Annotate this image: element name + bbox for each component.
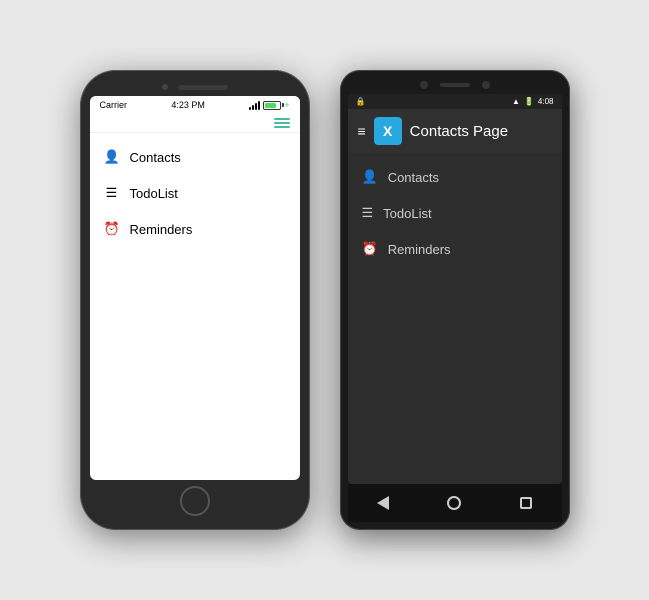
battery-plus: +: [284, 100, 289, 110]
ios-carrier: Carrier: [100, 100, 128, 110]
ios-time: 4:23 PM: [171, 100, 205, 110]
android-contacts-label: Contacts: [388, 170, 439, 185]
app-logo: X: [374, 117, 402, 145]
android-battery: 🔋: [524, 97, 534, 106]
contacts-icon: 👤: [104, 149, 120, 165]
android-top-bar: [348, 78, 562, 94]
home-button[interactable]: [180, 486, 210, 516]
android-todolist-label: TodoList: [383, 206, 431, 221]
ios-nav-bar: [90, 114, 300, 133]
ios-menu-list: 👤 Contacts ☰ TodoList ⏰ Reminders: [90, 133, 300, 480]
android-nav-bar: [348, 484, 562, 522]
android-speaker: [440, 83, 470, 87]
ios-top-bar: [90, 80, 300, 96]
ios-menu-item-contacts[interactable]: 👤 Contacts: [90, 139, 300, 175]
battery-icon: [263, 101, 281, 110]
ios-screen: Carrier 4:23 PM +: [90, 96, 300, 480]
android-time: 4:08: [538, 97, 554, 106]
ios-speaker: [178, 85, 228, 90]
android-menu-list: 👤 Contacts ☰ TodoList ⏰ Reminders: [348, 153, 562, 484]
android-home-button[interactable]: [443, 492, 465, 514]
android-back-button[interactable]: [372, 492, 394, 514]
android-signal: ▲: [512, 97, 520, 106]
android-recent-button[interactable]: [515, 492, 537, 514]
android-menu-item-todolist[interactable]: ☰ TodoList: [348, 195, 562, 231]
android-page-title: Contacts Page: [410, 123, 508, 140]
ios-camera: [162, 84, 168, 90]
ios-phone: Carrier 4:23 PM +: [80, 70, 310, 530]
ios-home-bar: [90, 480, 300, 520]
ios-menu-item-todolist[interactable]: ☰ TodoList: [90, 175, 300, 211]
reminders-icon: ⏰: [104, 221, 120, 237]
android-status-right: ▲ 🔋 4:08: [512, 97, 553, 106]
android-reminders-label: Reminders: [388, 242, 451, 257]
android-status-bar: 🔒 ▲ 🔋 4:08: [348, 94, 562, 109]
android-lock-icon: 🔒: [356, 97, 366, 106]
hamburger-icon[interactable]: [274, 118, 290, 128]
android-camera: [420, 81, 428, 89]
android-todolist-icon: ☰: [362, 205, 374, 221]
android-menu-item-contacts[interactable]: 👤 Contacts: [348, 159, 562, 195]
android-phone: 🔒 ▲ 🔋 4:08 ≡ X Contacts Page 👤 Contacts …: [340, 70, 570, 530]
todolist-icon: ☰: [104, 185, 120, 201]
android-header: ≡ X Contacts Page: [348, 109, 562, 153]
android-camera-2: [482, 81, 490, 89]
android-screen: 🔒 ▲ 🔋 4:08 ≡ X Contacts Page 👤 Contacts …: [348, 94, 562, 484]
android-reminders-icon: ⏰: [362, 241, 378, 257]
android-contacts-icon: 👤: [362, 169, 378, 185]
ios-todolist-label: TodoList: [130, 186, 178, 201]
ios-menu-item-reminders[interactable]: ⏰ Reminders: [90, 211, 300, 247]
android-hamburger-icon[interactable]: ≡: [358, 123, 366, 139]
app-logo-letter: X: [383, 123, 392, 139]
ios-contacts-label: Contacts: [130, 150, 181, 165]
ios-reminders-label: Reminders: [130, 222, 193, 237]
signal-bars: [249, 101, 260, 110]
ios-status-bar: Carrier 4:23 PM +: [90, 96, 300, 114]
android-menu-item-reminders[interactable]: ⏰ Reminders: [348, 231, 562, 267]
ios-status-right: +: [249, 100, 289, 110]
